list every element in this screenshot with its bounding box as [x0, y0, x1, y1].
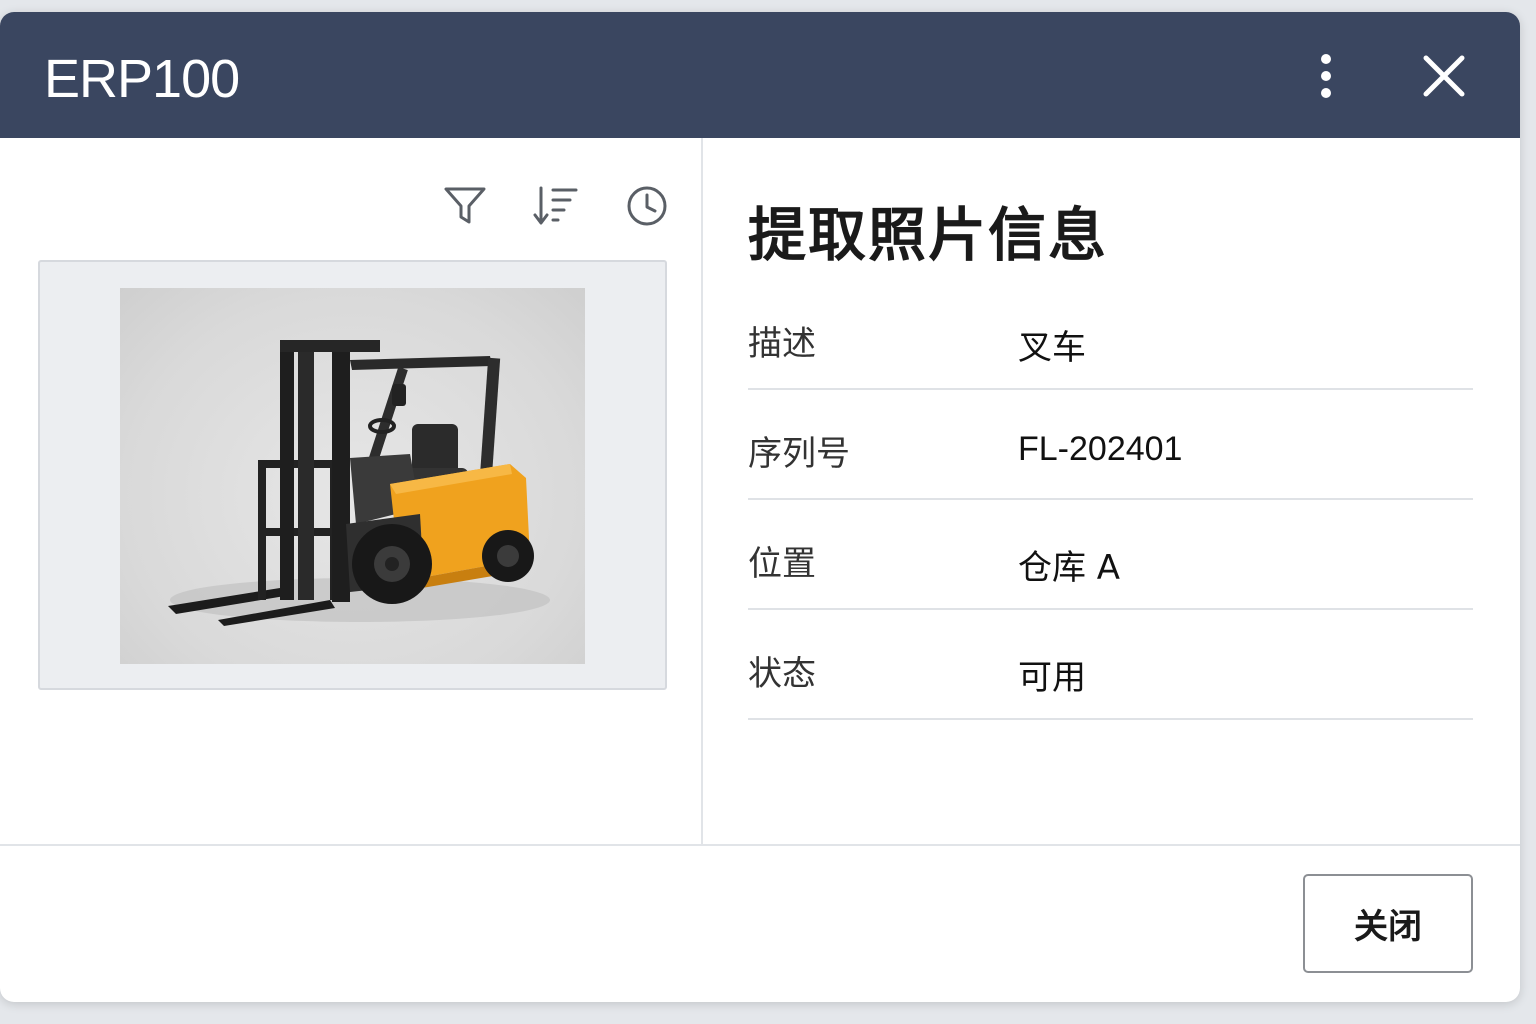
history-icon [627, 186, 667, 226]
footer-divider [0, 844, 1520, 846]
info-row-label: 描述 [748, 324, 816, 364]
info-row-value: 仓库 A [1018, 548, 1121, 588]
info-row-label: 位置 [748, 544, 816, 584]
title-bar: ERP100 [0, 12, 1520, 138]
filter-button[interactable] [435, 176, 495, 236]
sort-icon [533, 186, 578, 225]
info-row-value: 可用 [1018, 658, 1086, 698]
info-row-location: 位置 仓库 A [748, 500, 1473, 610]
history-button[interactable] [617, 176, 677, 236]
info-title: 提取照片信息 [748, 201, 1109, 269]
vertical-divider [701, 138, 703, 844]
info-row-value: FL-202401 [1018, 430, 1183, 468]
forklift-image [168, 340, 550, 626]
more-vertical-icon [1321, 54, 1331, 98]
window-close-button[interactable] [1412, 44, 1476, 108]
sort-button[interactable] [526, 176, 586, 236]
dialog-window: ERP100 提取照片信息 描述 叉车 序列号 FL-202401 位置 仓库 … [0, 12, 1520, 1002]
info-row-label: 状态 [748, 654, 816, 694]
close-button[interactable]: 关闭 [1303, 874, 1473, 973]
info-row-label: 序列号 [748, 434, 850, 474]
forklift-photo [120, 288, 585, 664]
close-icon [1423, 55, 1465, 97]
info-row-description: 描述 叉车 [748, 280, 1473, 390]
info-row-status: 状态 可用 [748, 610, 1473, 720]
app-title: ERP100 [44, 49, 240, 109]
info-row-serial: 序列号 FL-202401 [748, 390, 1473, 500]
content-area: 提取照片信息 描述 叉车 序列号 FL-202401 位置 仓库 A 状态 可用 [0, 138, 1520, 844]
filter-icon [444, 187, 486, 224]
photo-frame [38, 260, 667, 690]
info-row-value: 叉车 [1018, 328, 1086, 368]
more-options-button[interactable] [1294, 44, 1358, 108]
